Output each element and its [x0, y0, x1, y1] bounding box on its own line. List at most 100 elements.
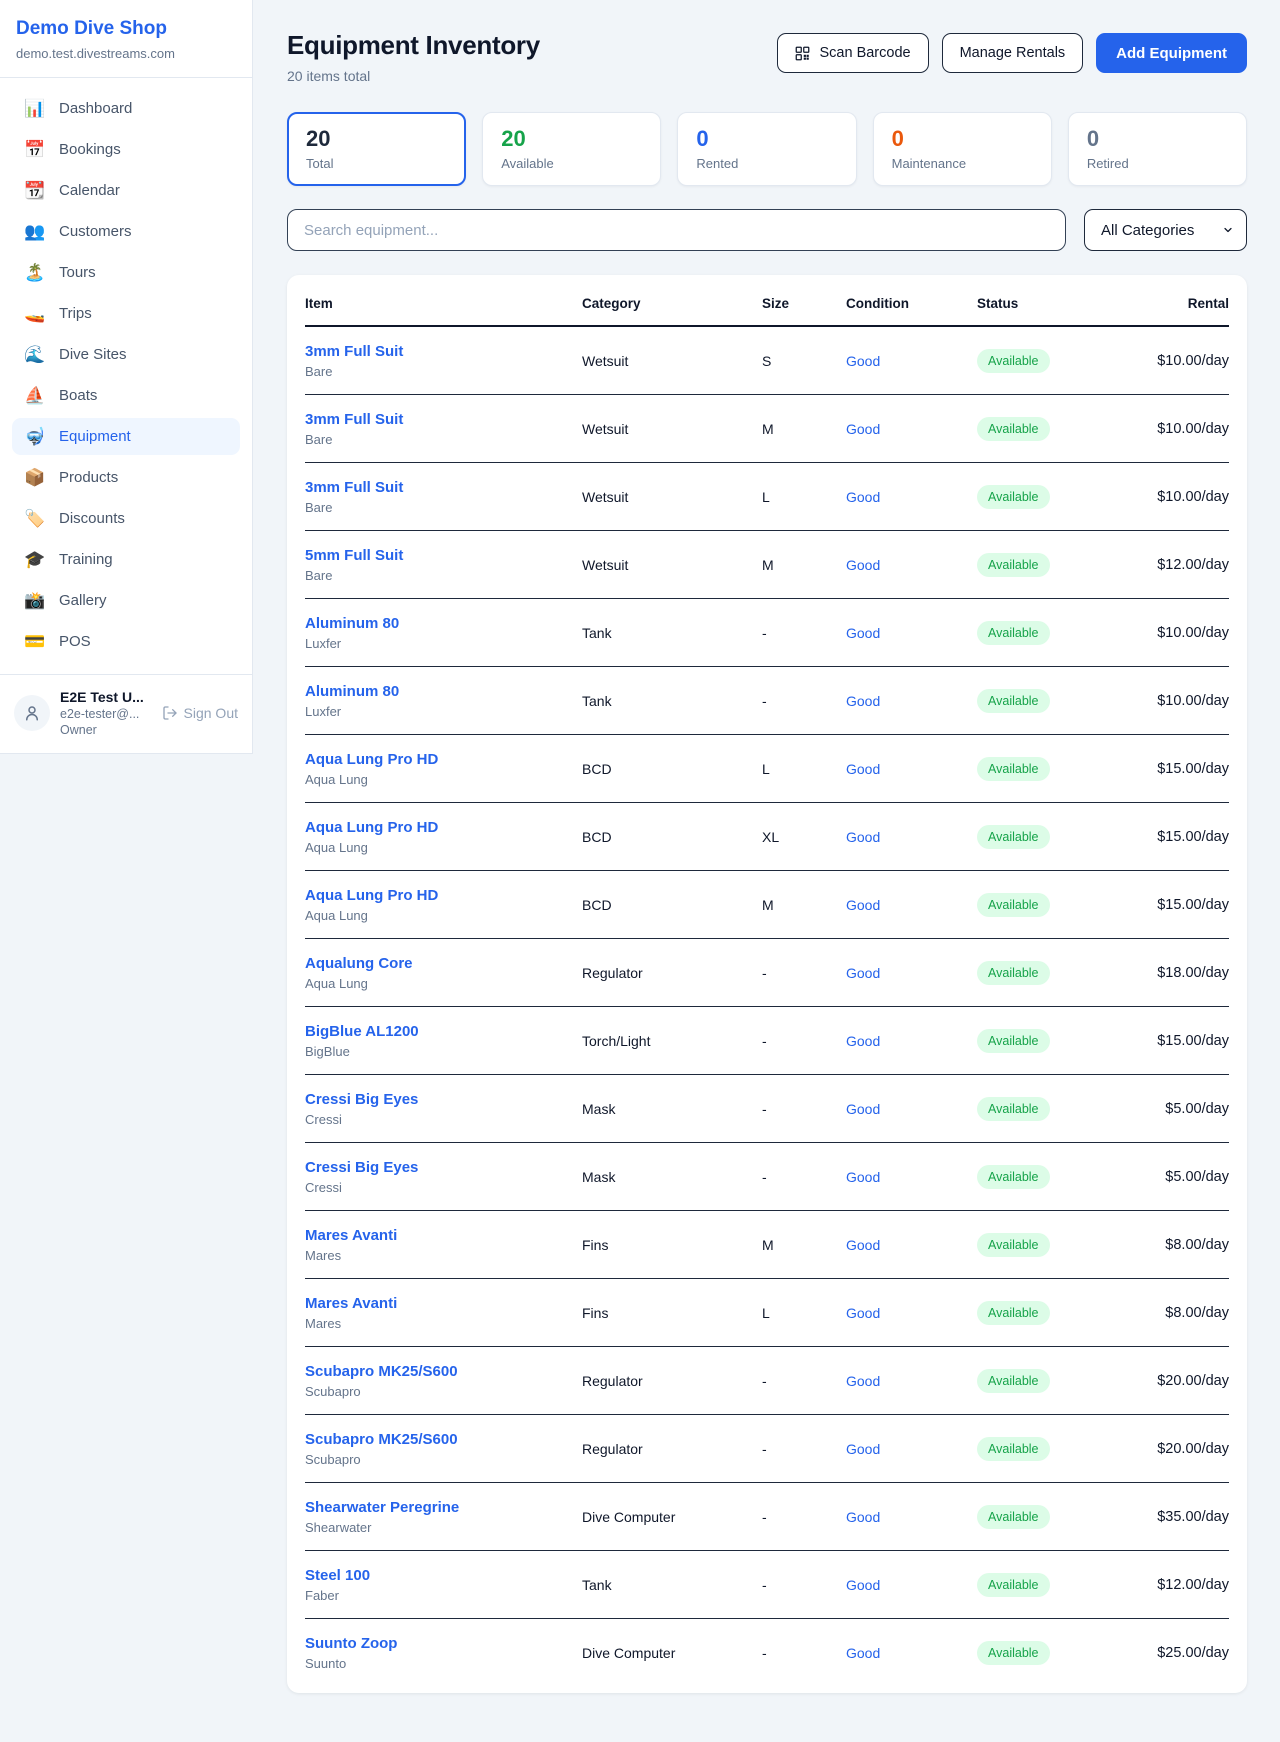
credit-card-icon: 💳 — [24, 633, 46, 650]
equipment-name-link[interactable]: BigBlue AL1200 — [305, 1023, 582, 1040]
condition-link[interactable]: Good — [846, 1237, 977, 1253]
user-name: E2E Test U... — [60, 689, 152, 705]
stat-card-retired[interactable]: 0Retired — [1068, 112, 1247, 186]
equipment-name-link[interactable]: Suunto Zoop — [305, 1635, 582, 1652]
condition-link[interactable]: Good — [846, 353, 977, 369]
sidebar-item-gallery[interactable]: 📸Gallery — [12, 582, 240, 619]
sidebar-item-equipment[interactable]: 🤿Equipment — [12, 418, 240, 455]
status-badge: Available — [977, 825, 1050, 849]
sidebar-item-products[interactable]: 📦Products — [12, 459, 240, 496]
manage-rentals-button[interactable]: Manage Rentals — [942, 33, 1084, 73]
equipment-name-link[interactable]: 5mm Full Suit — [305, 547, 582, 564]
item-cell: Mares AvantiMares — [305, 1227, 582, 1263]
condition-link[interactable]: Good — [846, 557, 977, 573]
category-cell: Fins — [582, 1237, 762, 1253]
condition-link[interactable]: Good — [846, 1305, 977, 1321]
category-select[interactable]: All Categories — [1084, 209, 1247, 251]
equipment-name-link[interactable]: Aqua Lung Pro HD — [305, 819, 582, 836]
sidebar-item-discounts[interactable]: 🏷️Discounts — [12, 500, 240, 537]
status-badge: Available — [977, 757, 1050, 781]
condition-link[interactable]: Good — [846, 625, 977, 641]
status-cell: Available — [977, 1505, 1132, 1529]
equipment-name-link[interactable]: Mares Avanti — [305, 1227, 582, 1244]
stat-card-available[interactable]: 20Available — [482, 112, 661, 186]
sidebar-item-pos[interactable]: 💳POS — [12, 623, 240, 660]
sidebar-item-boats[interactable]: ⛵Boats — [12, 377, 240, 414]
camera-icon: 📸 — [24, 592, 46, 609]
stat-card-rented[interactable]: 0Rented — [677, 112, 856, 186]
condition-link[interactable]: Good — [846, 829, 977, 845]
category-cell: Wetsuit — [582, 421, 762, 437]
condition-link[interactable]: Good — [846, 1509, 977, 1525]
equipment-name-link[interactable]: Steel 100 — [305, 1567, 582, 1584]
stat-card-maintenance[interactable]: 0Maintenance — [873, 112, 1052, 186]
status-badge: Available — [977, 417, 1050, 441]
equipment-name-link[interactable]: Mares Avanti — [305, 1295, 582, 1312]
brand-name[interactable]: Demo Dive Shop — [16, 18, 236, 40]
status-cell: Available — [977, 961, 1132, 985]
package-icon: 📦 — [24, 469, 46, 486]
condition-link[interactable]: Good — [846, 761, 977, 777]
category-cell: Mask — [582, 1169, 762, 1185]
sidebar-item-tours[interactable]: 🏝️Tours — [12, 254, 240, 291]
equipment-name-link[interactable]: Aqua Lung Pro HD — [305, 887, 582, 904]
calendar-icon: 📅 — [24, 141, 46, 158]
sidebar-item-dashboard[interactable]: 📊Dashboard — [12, 90, 240, 127]
size-cell: - — [762, 1577, 846, 1593]
equipment-name-link[interactable]: Scubapro MK25/S600 — [305, 1431, 582, 1448]
condition-link[interactable]: Good — [846, 421, 977, 437]
condition-link[interactable]: Good — [846, 965, 977, 981]
equipment-name-link[interactable]: Cressi Big Eyes — [305, 1159, 582, 1176]
category-cell: Tank — [582, 693, 762, 709]
table-row: Mares AvantiMaresFinsLGoodAvailable$8.00… — [305, 1279, 1229, 1347]
equipment-name-link[interactable]: 3mm Full Suit — [305, 411, 582, 428]
equipment-brand: BigBlue — [305, 1044, 582, 1059]
condition-link[interactable]: Good — [846, 1645, 977, 1661]
condition-link[interactable]: Good — [846, 1033, 977, 1049]
status-cell: Available — [977, 1097, 1132, 1121]
sidebar-item-trips[interactable]: 🚤Trips — [12, 295, 240, 332]
table-row: BigBlue AL1200BigBlueTorch/Light-GoodAva… — [305, 1007, 1229, 1075]
sidebar-item-bookings[interactable]: 📅Bookings — [12, 131, 240, 168]
equipment-name-link[interactable]: Aluminum 80 — [305, 615, 582, 632]
rental-cell: $12.00/day — [1132, 557, 1229, 573]
rental-cell: $35.00/day — [1132, 1509, 1229, 1525]
column-header-rental: Rental — [1132, 296, 1229, 311]
equipment-name-link[interactable]: 3mm Full Suit — [305, 343, 582, 360]
equipment-name-link[interactable]: Cressi Big Eyes — [305, 1091, 582, 1108]
sidebar-item-dive-sites[interactable]: 🌊Dive Sites — [12, 336, 240, 373]
condition-link[interactable]: Good — [846, 1101, 977, 1117]
equipment-name-link[interactable]: Aqua Lung Pro HD — [305, 751, 582, 768]
condition-link[interactable]: Good — [846, 1441, 977, 1457]
stat-card-total[interactable]: 20Total — [287, 112, 466, 186]
equipment-name-link[interactable]: Scubapro MK25/S600 — [305, 1363, 582, 1380]
equipment-name-link[interactable]: Aluminum 80 — [305, 683, 582, 700]
equipment-name-link[interactable]: Shearwater Peregrine — [305, 1499, 582, 1516]
condition-link[interactable]: Good — [846, 693, 977, 709]
size-cell: - — [762, 1169, 846, 1185]
add-equipment-button[interactable]: Add Equipment — [1096, 33, 1247, 73]
search-input[interactable] — [287, 209, 1066, 251]
equipment-name-link[interactable]: 3mm Full Suit — [305, 479, 582, 496]
category-cell: Torch/Light — [582, 1033, 762, 1049]
condition-link[interactable]: Good — [846, 1169, 977, 1185]
sidebar-item-label: Dashboard — [59, 100, 132, 117]
sidebar-item-label: Tours — [59, 264, 96, 281]
condition-link[interactable]: Good — [846, 1373, 977, 1389]
category-cell: BCD — [582, 897, 762, 913]
size-cell: - — [762, 1509, 846, 1525]
equipment-name-link[interactable]: Aqualung Core — [305, 955, 582, 972]
condition-link[interactable]: Good — [846, 489, 977, 505]
condition-link[interactable]: Good — [846, 897, 977, 913]
scan-barcode-button[interactable]: Scan Barcode — [777, 33, 928, 73]
equipment-brand: Aqua Lung — [305, 976, 582, 991]
sidebar-item-customers[interactable]: 👥Customers — [12, 213, 240, 250]
avatar — [14, 695, 50, 731]
item-cell: Mares AvantiMares — [305, 1295, 582, 1331]
items-total-text: 20 items total — [287, 68, 540, 84]
sign-out-button[interactable]: Sign Out — [162, 705, 238, 721]
sidebar-item-calendar[interactable]: 📆Calendar — [12, 172, 240, 209]
sidebar-item-training[interactable]: 🎓Training — [12, 541, 240, 578]
user-role: Owner — [60, 723, 152, 737]
condition-link[interactable]: Good — [846, 1577, 977, 1593]
